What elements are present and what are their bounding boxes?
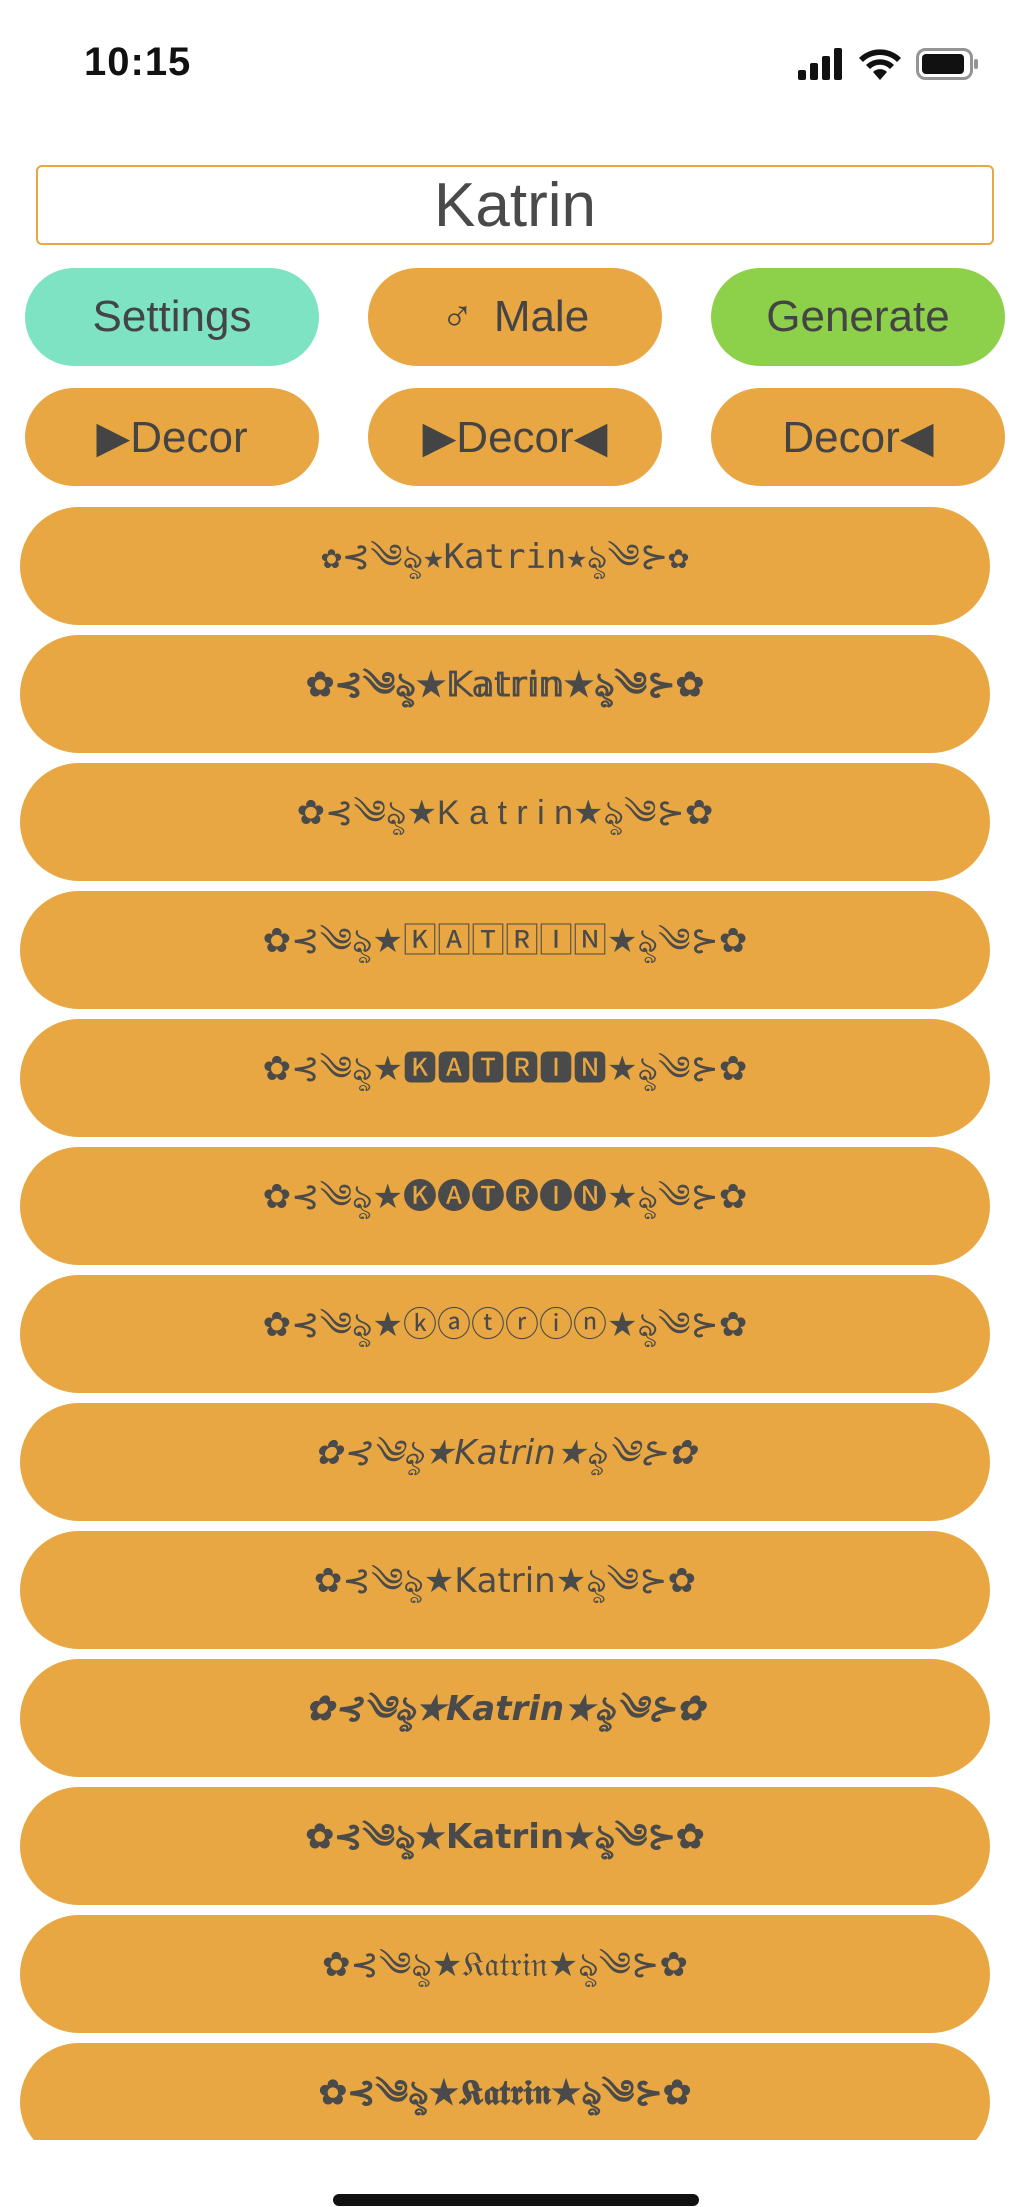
result-item[interactable]: ✿⊰༄ৡ★🅺🅰🆃🆁🅸🅽★ৡ༄⊱✿: [20, 1019, 990, 1137]
result-item[interactable]: ✿⊰༄ৡ★🄺🄰🅃🅁🄸🄽★ৡ༄⊱✿: [20, 891, 990, 1009]
decor-left-label: ▶Decor: [96, 412, 248, 462]
result-item[interactable]: ✿⊰༄ৡ★𝕂𝕒𝕥𝕣𝕚𝕟★ৡ༄⊱✿: [20, 635, 990, 753]
result-text: ✿⊰༄ৡ★🅚🅐🅣🅡🅘🅝★ৡ༄⊱✿: [262, 1177, 748, 1217]
result-item[interactable]: ✿⊰༄ৡ★𝙆𝙖𝙩𝙧𝙞𝙣★ৡ༄⊱✿: [20, 1659, 990, 1777]
home-indicator[interactable]: [333, 2194, 699, 2206]
settings-button[interactable]: Settings: [25, 268, 319, 366]
generate-button[interactable]: Generate: [711, 268, 1005, 366]
male-icon: ♂: [440, 292, 474, 341]
battery-icon: [916, 48, 980, 80]
result-item[interactable]: ✿⊰༄ৡ★𝙺𝚊𝚝𝚛𝚒𝚗★ৡ༄⊱✿: [20, 507, 990, 625]
wifi-icon: [858, 47, 902, 81]
generate-button-label: Generate: [766, 292, 950, 341]
status-bar: 10:15: [0, 0, 1020, 130]
result-text: ✿⊰༄ৡ★🅺🅰🆃🆁🅸🅽★ৡ༄⊱✿: [262, 1049, 748, 1089]
result-text: ✿⊰༄ৡ★𝔎𝔞𝔱𝔯𝔦𝔫★ৡ༄⊱✿: [321, 1947, 689, 1984]
result-item[interactable]: ✿⊰༄ৡ★𝕶𝖆𝖙𝖗𝖎𝖓★ৡ༄⊱✿: [20, 2043, 990, 2140]
result-item[interactable]: ✿⊰༄ৡ★𝘒𝘢𝘵𝘳𝘪𝘯★ৡ༄⊱✿: [20, 1403, 990, 1521]
results-list[interactable]: ✿⊰༄ৡ★𝙺𝚊𝚝𝚛𝚒𝚗★ৡ༄⊱✿ ✿⊰༄ৡ★𝕂𝕒𝕥𝕣𝕚𝕟★ৡ༄⊱✿ ✿⊰༄ৡ★K…: [20, 507, 990, 2140]
status-icons: [798, 40, 980, 88]
decor-both-label: ▶Decor◀: [422, 412, 608, 462]
result-text: ✿⊰༄ৡ★🄺🄰🅃🅁🄸🄽★ৡ༄⊱✿: [262, 921, 748, 961]
gender-button-label: Male: [493, 292, 590, 341]
result-item[interactable]: ✿⊰༄ৡ★🅚🅐🅣🅡🅘🅝★ৡ༄⊱✿: [20, 1147, 990, 1265]
result-text: ✿⊰༄ৡ★𝗞𝗮𝘁𝗿𝗶𝗻★ৡ༄⊱✿: [305, 1818, 705, 1856]
status-time: 10:15: [84, 40, 192, 84]
result-text: ✿⊰༄ৡ★𝕂𝕒𝕥𝕣𝕚𝕟★ৡ༄⊱✿: [305, 665, 705, 705]
decor-right-button[interactable]: Decor◀: [711, 388, 1005, 486]
gender-toggle-button[interactable]: ♂ Male: [368, 268, 662, 366]
result-text: ✿⊰༄ৡ★𝖪𝖺𝗍𝗋𝗂𝗇★ৡ༄⊱✿: [313, 1561, 697, 1601]
result-text: ✿⊰༄ৡ★𝕶𝖆𝖙𝖗𝖎𝖓★ৡ༄⊱✿: [318, 2073, 692, 2113]
decor-both-button[interactable]: ▶Decor◀: [368, 388, 662, 486]
settings-button-label: Settings: [92, 292, 252, 341]
result-text: ✿⊰༄ৡ★ⓚⓐⓣⓡⓘⓝ★ৡ༄⊱✿: [262, 1305, 748, 1345]
result-text: ✿⊰༄ৡ★𝙆𝙖𝙩𝙧𝙞𝙣★ৡ༄⊱✿: [305, 1690, 705, 1728]
result-text: ✿⊰༄ৡ★𝙺𝚊𝚝𝚛𝚒𝚗★ৡ༄⊱✿: [321, 541, 689, 579]
result-item[interactable]: ✿⊰༄ৡ★𝗞𝗮𝘁𝗿𝗶𝗻★ৡ༄⊱✿: [20, 1787, 990, 1905]
decor-left-button[interactable]: ▶Decor: [25, 388, 319, 486]
result-text: ✿⊰༄ৡ★K a t r i n★ৡ༄⊱✿: [296, 794, 714, 832]
result-item[interactable]: ✿⊰༄ৡ★ⓚⓐⓣⓡⓘⓝ★ৡ༄⊱✿: [20, 1275, 990, 1393]
result-item[interactable]: ✿⊰༄ৡ★𝔎𝔞𝔱𝔯𝔦𝔫★ৡ༄⊱✿: [20, 1915, 990, 2033]
result-text: ✿⊰༄ৡ★𝘒𝘢𝘵𝘳𝘪𝘯★ৡ༄⊱✿: [313, 1434, 697, 1472]
name-input[interactable]: [36, 165, 994, 245]
result-item[interactable]: ✿⊰༄ৡ★𝖪𝖺𝗍𝗋𝗂𝗇★ৡ༄⊱✿: [20, 1531, 990, 1649]
cellular-signal-icon: [798, 48, 844, 80]
result-item[interactable]: ✿⊰༄ৡ★K a t r i n★ৡ༄⊱✿: [20, 763, 990, 881]
decor-right-label: Decor◀: [782, 412, 934, 462]
